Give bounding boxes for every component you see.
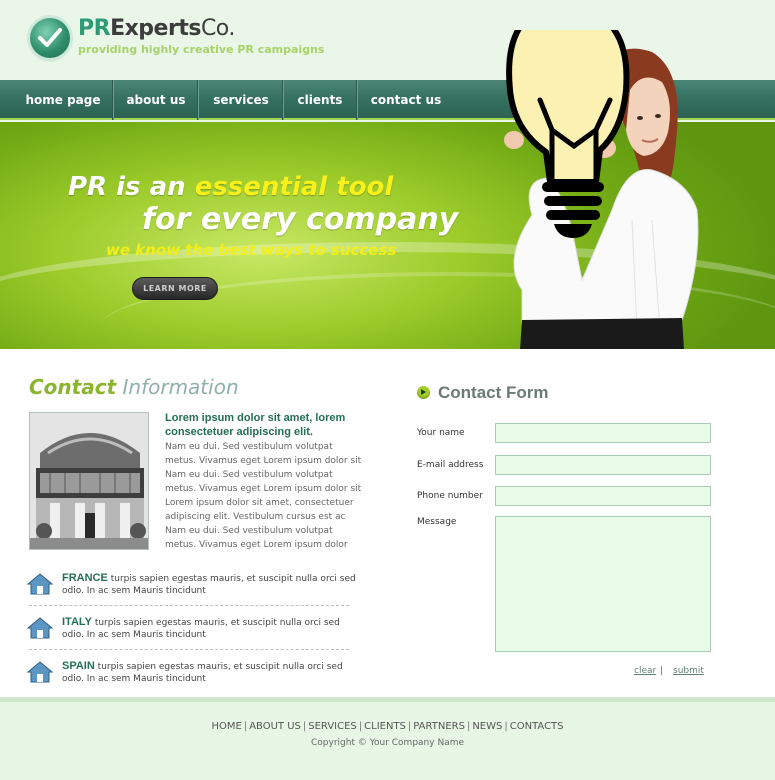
logo-co: Co.	[200, 16, 235, 41]
name-field[interactable]	[495, 423, 711, 443]
email-label: E-mail address	[417, 460, 484, 470]
footer-link-contacts[interactable]: CONTACTS	[510, 721, 564, 732]
hero-line1-highlight: essential tool	[194, 172, 394, 202]
email-field[interactable]	[495, 455, 711, 475]
clear-button[interactable]: clear	[634, 666, 656, 676]
footer-nav: HOME | ABOUT US | SERVICES | CLIENTS | PARTNERS |…	[0, 721, 775, 732]
nav-item-clients[interactable]: clients	[286, 80, 354, 120]
ci-title-part-a: Contact	[29, 375, 117, 399]
person-with-lightbulb-image	[504, 30, 699, 350]
location-text: SPAIN turpis sapien egestas mauris, et s…	[62, 660, 362, 685]
site-logo-title[interactable]: PRExpertsCo.	[78, 16, 235, 41]
name-label: Your name	[417, 428, 465, 438]
copyright-text: Copyright © Your Company Name	[311, 738, 464, 748]
phone-label: Phone number	[417, 491, 483, 501]
hero-line1-prefix: PR is an	[68, 172, 195, 202]
logo-experts: Experts	[110, 16, 201, 41]
location-name: ITALY	[62, 616, 92, 628]
nav-item-contact[interactable]: contact us	[360, 80, 452, 120]
hero-subheadline: we know the best ways to success	[106, 241, 397, 259]
nav-divider	[356, 80, 358, 120]
nav-item-home[interactable]: home page	[18, 80, 108, 120]
ci-title-part-b: Information	[116, 375, 239, 399]
divider	[29, 605, 349, 606]
hero-headline-2: for every company	[142, 202, 459, 237]
checkmark-icon[interactable]	[30, 18, 70, 58]
nav-divider	[282, 80, 284, 120]
nav-item-services[interactable]: services	[201, 80, 281, 120]
location-text: FRANCE turpis sapien egestas mauris, et …	[62, 572, 362, 597]
intro-body: Nam eu dui. Sed vestibulum volutpat metu…	[165, 442, 362, 550]
intro-heading: Lorem ipsum dolor sit amet, lorem consec…	[165, 412, 346, 438]
nav-divider	[197, 80, 199, 120]
location-name: FRANCE	[62, 572, 108, 584]
submit-button[interactable]: submit	[673, 666, 704, 676]
message-field[interactable]	[495, 516, 711, 652]
footer-separator: |	[504, 721, 508, 732]
location-description: turpis sapien egestas mauris, et suscipi…	[62, 662, 343, 684]
footer-link-services[interactable]: SERVICES	[308, 721, 357, 732]
logo-pr: PR	[78, 16, 111, 41]
nav-divider	[112, 80, 114, 120]
arrow-bullet-icon	[417, 386, 430, 399]
phone-field[interactable]	[495, 486, 711, 506]
learn-more-button[interactable]: LEARN MORE	[132, 277, 218, 300]
logo-tagline: providing highly creative PR campaigns	[78, 43, 325, 56]
footer-link-about[interactable]: ABOUT US	[249, 721, 301, 732]
location-description: turpis sapien egestas mauris, et suscipi…	[62, 618, 340, 640]
contact-information-title: Contact Information	[29, 375, 239, 399]
footer-link-clients[interactable]: CLIENTS	[364, 721, 406, 732]
house-icon	[27, 617, 53, 639]
contact-form-title: Contact Form	[438, 383, 549, 402]
footer-link-partners[interactable]: PARTNERS	[413, 721, 465, 732]
location-text: ITALY turpis sapien egestas mauris, et s…	[62, 616, 362, 641]
house-icon	[27, 573, 53, 595]
form-actions-separator: |	[660, 666, 664, 676]
nav-item-about[interactable]: about us	[116, 80, 196, 120]
house-icon	[27, 661, 53, 683]
location-name: SPAIN	[62, 660, 95, 672]
message-label: Message	[417, 517, 457, 527]
building-image	[29, 412, 149, 550]
hero-headline-1: PR is an essential tool	[68, 172, 393, 202]
footer-link-home[interactable]: HOME	[211, 721, 241, 732]
footer-link-news[interactable]: NEWS	[472, 721, 502, 732]
divider	[29, 649, 349, 650]
